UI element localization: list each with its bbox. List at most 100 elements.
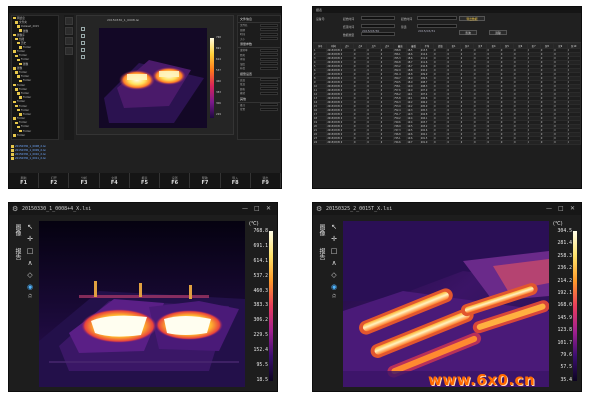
table-row[interactable]: 72015/03/30 11:070000761.418.8209.900000… — [313, 72, 581, 77]
table-row[interactable]: 12015/03/30 11:010000768.818.5213.500000… — [313, 48, 581, 53]
function-key-button[interactable]: 刷新 F1 — [9, 173, 40, 188]
export-button[interactable]: 导出数据 — [459, 16, 485, 21]
table-row[interactable]: 232015/03/30 11:230000745.119.6201.50000… — [313, 136, 581, 141]
table-row[interactable]: 122015/03/30 11:120000756.219.1207.40000… — [313, 92, 581, 97]
property-value-field[interactable] — [260, 78, 278, 82]
start-date-input[interactable]: 2015/03/30 — [361, 16, 395, 33]
function-key-name: F6 — [171, 179, 179, 186]
function-key-button[interactable]: 帮助 F7 — [190, 173, 221, 188]
tree-item[interactable]: Folder — [12, 133, 58, 137]
property-value-field[interactable] — [260, 87, 278, 91]
property-value-field[interactable] — [260, 107, 278, 111]
tab-image[interactable]: 图像 — [12, 221, 22, 239]
table-row[interactable]: 162015/03/30 11:160000752.419.3205.30000… — [313, 108, 581, 113]
property-value-field[interactable] — [260, 37, 278, 41]
filter-input[interactable] — [417, 24, 457, 28]
property-value-field[interactable] — [260, 28, 278, 32]
crosshair-icon[interactable]: ✛ — [25, 233, 35, 245]
table-row[interactable]: 62015/03/30 11:060000762.918.8210.200000… — [313, 68, 581, 73]
polyline-icon[interactable]: ∧ — [25, 257, 35, 269]
gear-icon[interactable]: ⚙ — [12, 205, 18, 213]
tool-icon[interactable] — [81, 34, 85, 38]
table-row[interactable]: 182015/03/30 11:180000750.219.4204.10000… — [313, 116, 581, 121]
range-start-input[interactable]: 2015/03/31 — [417, 16, 457, 33]
property-value-field[interactable] — [260, 66, 278, 70]
property-value-field[interactable] — [260, 82, 278, 86]
property-value-field[interactable] — [260, 32, 278, 36]
table-row[interactable]: 32015/03/30 11:030000765.318.6211.900000… — [313, 56, 581, 61]
gear-icon[interactable]: ⚙ — [316, 205, 322, 213]
function-key-button[interactable]: 导入 F8 — [221, 173, 251, 188]
type-select[interactable] — [361, 32, 395, 36]
folder-tree[interactable]: 网络盘 文件夹 Dataset_2015 图像 图像库 热图 历史 Folder Folder F… — [11, 15, 59, 140]
table-cell: 0 — [486, 140, 501, 145]
function-key-button[interactable]: 退出 F9 — [251, 173, 281, 188]
maximize-icon[interactable]: □ — [558, 205, 564, 213]
thumbnail[interactable] — [65, 27, 73, 35]
property-value-field[interactable] — [260, 53, 278, 57]
table-row[interactable]: 82015/03/30 11:080000760.718.9209.500000… — [313, 76, 581, 81]
pointer-icon[interactable]: ↖ — [329, 221, 339, 233]
table-row[interactable]: 172015/03/30 11:170000751.719.3204.80000… — [313, 112, 581, 117]
table-row[interactable]: 132015/03/30 11:130000755.819.1206.80000… — [313, 96, 581, 101]
polyline-icon[interactable]: ∧ — [329, 257, 339, 269]
function-key-button[interactable]: 打开 F2 — [39, 173, 70, 188]
function-key-button[interactable]: 全屏 F4 — [100, 173, 130, 188]
table-row[interactable]: 92015/03/30 11:090000759.518.9208.700000… — [313, 80, 581, 85]
tool-icon[interactable] — [81, 48, 85, 52]
file-list-item[interactable]: 20150330_1_0011_X.lsi — [11, 156, 91, 160]
unit-label: (℃) — [249, 221, 259, 227]
tab-report[interactable]: 报告 — [12, 245, 22, 263]
thumbnail[interactable] — [65, 37, 73, 45]
table-row[interactable]: 242015/03/30 11:240000744.619.7201.00000… — [313, 140, 581, 145]
table-row[interactable]: 22015/03/30 11:020000766.118.6212.400000… — [313, 52, 581, 57]
crosshair-icon[interactable]: ✛ — [329, 233, 339, 245]
pointer-icon[interactable]: ↖ — [25, 221, 35, 233]
diamond-icon[interactable]: ◇ — [25, 269, 35, 281]
table-row[interactable]: 212015/03/30 11:210000747.319.5202.60000… — [313, 128, 581, 133]
tool-icon[interactable] — [81, 41, 85, 45]
tool-icon[interactable] — [81, 27, 85, 31]
minimize-icon[interactable]: — — [546, 205, 552, 213]
close-icon[interactable]: ✕ — [570, 205, 575, 213]
table-row[interactable]: 52015/03/30 11:050000763.218.7210.800000… — [313, 64, 581, 69]
thermal-image[interactable] — [39, 221, 245, 387]
table-row[interactable]: 102015/03/30 11:100000758.119.0208.30000… — [313, 84, 581, 89]
tab-report[interactable]: 报告 — [316, 245, 326, 263]
property-value-field[interactable] — [260, 62, 278, 66]
table-row[interactable]: 192015/03/30 11:190000749.619.4203.70000… — [313, 120, 581, 125]
function-key-button[interactable]: 报表 F5 — [130, 173, 161, 188]
tab-image[interactable]: 图像 — [316, 221, 326, 239]
property-value-field[interactable] — [260, 103, 278, 107]
thumbnail[interactable] — [65, 47, 73, 55]
rectangle-icon[interactable]: □ — [25, 245, 35, 257]
property-value-field[interactable] — [260, 91, 278, 95]
thumbnail[interactable] — [65, 17, 73, 25]
search-button[interactable]: 查询 — [459, 30, 477, 35]
tool-icon[interactable] — [81, 55, 85, 59]
thermal-image[interactable] — [343, 221, 549, 387]
table-row[interactable]: 142015/03/30 11:140000754.319.2206.20000… — [313, 100, 581, 105]
diamond-icon[interactable]: ◇ — [329, 269, 339, 281]
minimize-icon[interactable]: — — [242, 205, 248, 213]
eye-icon[interactable]: ◉ — [329, 281, 339, 293]
table-row[interactable]: 152015/03/30 11:150000753.919.2205.90000… — [313, 104, 581, 109]
maximize-icon[interactable]: □ — [254, 205, 260, 213]
clear-button[interactable]: 清除 — [489, 30, 507, 35]
rectangle-icon[interactable]: □ — [329, 245, 339, 257]
table-row[interactable]: 222015/03/30 11:220000746.819.6202.10000… — [313, 132, 581, 137]
property-value-field[interactable] — [260, 48, 278, 52]
table-row[interactable]: 112015/03/30 11:110000757.619.0207.90000… — [313, 88, 581, 93]
function-key-button[interactable]: 分析 F3 — [69, 173, 100, 188]
table-row[interactable]: 42015/03/30 11:040000764.818.7211.600000… — [313, 60, 581, 65]
folder-icon — [15, 54, 18, 58]
function-key-button[interactable]: 设置 F6 — [160, 173, 191, 188]
property-value-field[interactable] — [260, 23, 278, 27]
table-row[interactable]: 202015/03/30 11:200000748.919.5203.20000… — [313, 124, 581, 129]
eye-icon[interactable]: ◉ — [25, 281, 35, 293]
table-cell: 0 — [459, 140, 475, 145]
end-date-input[interactable] — [361, 24, 395, 28]
thermal-image[interactable] — [99, 28, 207, 128]
close-icon[interactable]: ✕ — [266, 205, 271, 213]
property-value-field[interactable] — [260, 57, 278, 61]
